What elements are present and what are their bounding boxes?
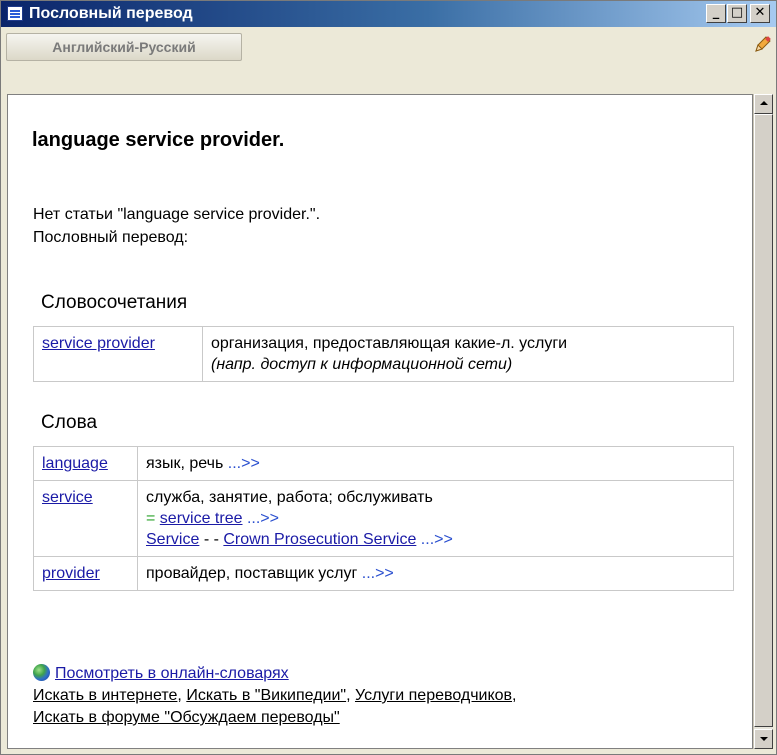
translators-link[interactable]: Услуги переводчиков [355,687,512,704]
search-internet-link[interactable]: Искать в интернете [33,687,177,704]
ref-link-service-tree[interactable]: service tree [160,510,243,527]
more-link[interactable]: ...>> [421,531,453,548]
equals-sign: = [146,510,156,527]
table-row: service provider организация, предоставл… [33,326,734,382]
separator: , [512,687,517,704]
scroll-thumb[interactable] [754,114,773,727]
globe-icon [33,664,50,681]
app-icon [7,6,23,21]
more-link[interactable]: ...>> [228,455,260,472]
close-button[interactable]: ✕ [750,4,770,23]
more-link[interactable]: ...>> [247,510,279,527]
ref-link-service[interactable]: Service [146,531,199,548]
phrase-note: (напр. доступ к информационной сети) [211,356,513,373]
forum-search-link[interactable]: Искать в форуме "Обсуждаем переводы" [33,709,340,726]
phrases-table: service provider организация, предоставл… [33,326,734,382]
phrase-translation: организация, предоставляющая какие-л. ус… [211,335,568,352]
separator: , [177,687,187,704]
title-bar[interactable]: Пословный перевод _ □ ✕ [1,1,776,27]
literal-label: Пословный перевод: [33,229,189,246]
separator: , [346,687,355,704]
article-pane [7,94,753,749]
online-dictionaries-link[interactable]: Посмотреть в онлайн-словарях [55,665,289,682]
table-row: service служба, занятие, работа; обслужи… [33,480,734,557]
word-link-service[interactable]: service [42,489,93,506]
language-pair-button[interactable]: Английский-Русский [6,33,242,61]
words-table: language язык, речь ...>> service служба… [33,446,734,591]
table-row: language язык, речь ...>> [33,446,734,481]
ref-link-crown-prosecution-service[interactable]: Crown Prosecution Service [223,531,416,548]
window-title: Пословный перевод [29,5,193,22]
ref-separator: - - [203,531,219,548]
word-link-language[interactable]: language [42,455,108,472]
scroll-up-button[interactable] [754,94,773,114]
vertical-scrollbar[interactable] [753,94,773,749]
pencil-icon[interactable] [753,36,771,54]
toolbar: Английский-Русский [1,27,776,93]
word-translation: язык, речь [146,455,224,472]
words-title: Слова [41,412,98,433]
article-heading: language service provider. [32,129,285,151]
more-link[interactable]: ...>> [362,565,394,582]
maximize-button[interactable]: □ [727,4,747,23]
minimize-button[interactable]: _ [706,4,726,23]
word-translation: служба, занятие, работа; обслуживать [146,489,433,506]
phrases-title: Словосочетания [41,292,188,313]
scroll-down-button[interactable] [754,729,773,749]
word-translation: провайдер, поставщик услуг [146,565,358,582]
footer-links: Посмотреть в онлайн-словарях Искать в ин… [33,663,517,729]
no-entry-text: Нет статьи "language service provider.". [33,206,321,223]
word-link-provider[interactable]: provider [42,565,100,582]
phrase-link-service-provider[interactable]: service provider [42,335,155,352]
search-wikipedia-link[interactable]: Искать в "Википедии" [186,687,346,704]
table-row: provider провайдер, поставщик услуг ...>… [33,556,734,591]
